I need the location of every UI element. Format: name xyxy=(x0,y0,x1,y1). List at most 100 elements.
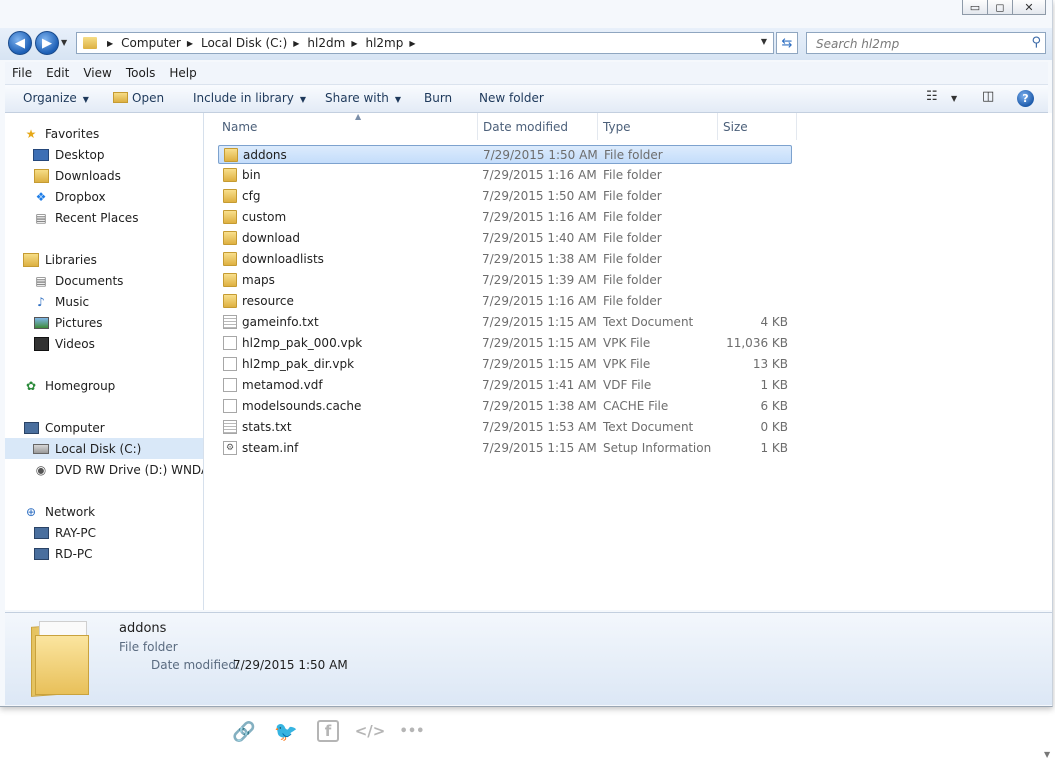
drive-icon xyxy=(33,441,49,457)
breadcrumb-hl2dm[interactable]: hl2dm xyxy=(307,36,345,50)
file-date-modified: 7/29/2015 1:38 AM xyxy=(482,252,597,266)
file-row[interactable]: maps 7/29/2015 1:39 AM File folder xyxy=(218,271,792,290)
nav-pictures[interactable]: Pictures xyxy=(33,312,103,333)
file-date-modified: 7/29/2015 1:15 AM xyxy=(482,441,597,455)
minimize-button[interactable]: ▭ xyxy=(962,0,988,15)
open-button[interactable]: Open xyxy=(113,91,164,105)
nav-dvd-drive[interactable]: ◉ DVD RW Drive (D:) WNDA31 xyxy=(33,459,203,480)
file-type: File folder xyxy=(603,231,662,245)
nav-homegroup[interactable]: ✿ Homegroup xyxy=(23,375,115,396)
nav-computer[interactable]: Computer xyxy=(23,417,105,438)
nav-label: RD-PC xyxy=(55,546,93,561)
documents-icon: ▤ xyxy=(35,273,47,288)
file-date-modified: 7/29/2015 1:41 AM xyxy=(482,378,597,392)
file-row[interactable]: hl2mp_pak_000.vpk 7/29/2015 1:15 AM VPK Fi… xyxy=(218,334,792,353)
column-header-date[interactable]: Date modified xyxy=(477,113,598,140)
address-dropdown-icon[interactable]: ▼ xyxy=(761,37,767,46)
file-row[interactable]: resource 7/29/2015 1:16 AM File folder xyxy=(218,292,792,311)
organize-button[interactable]: Organize ▼ xyxy=(23,91,89,105)
file-name: hl2mp_pak_000.vpk xyxy=(242,336,363,350)
nav-desktop[interactable]: Desktop xyxy=(33,144,105,165)
menu-tools[interactable]: Tools xyxy=(119,66,163,80)
close-button[interactable]: ✕ xyxy=(1012,0,1046,15)
maximize-button[interactable]: ◻ xyxy=(987,0,1013,15)
burn-button[interactable]: Burn xyxy=(424,91,452,105)
more-icon[interactable]: ••• xyxy=(400,720,425,742)
scroll-down-arrow-icon[interactable]: ▼ xyxy=(1044,750,1050,759)
search-box[interactable]: ⚲ xyxy=(806,32,1046,54)
homegroup-icon: ✿ xyxy=(25,378,37,393)
chevron-right-icon[interactable]: ▶ xyxy=(409,39,415,48)
nav-videos[interactable]: Videos xyxy=(33,333,95,354)
file-row[interactable]: stats.txt 7/29/2015 1:53 AM Text Document 0… xyxy=(218,418,792,437)
breadcrumb-computer[interactable]: Computer xyxy=(121,36,181,50)
nav-local-disk[interactable]: Local Disk (C:) xyxy=(5,438,203,459)
address-bar[interactable]: ▶ Computer ▶ Local Disk (C:) ▶ hl2dm ▶ h… xyxy=(76,32,774,54)
column-header-size[interactable]: Size xyxy=(717,113,797,140)
file-row[interactable]: download 7/29/2015 1:40 AM File folder xyxy=(218,229,792,248)
file-row[interactable]: bin 7/29/2015 1:16 AM File folder xyxy=(218,166,792,185)
nav-label: Videos xyxy=(55,336,95,351)
nav-downloads[interactable]: Downloads xyxy=(33,165,121,186)
file-row[interactable]: metamod.vdf 7/29/2015 1:41 AM VDF File 1 KB xyxy=(218,376,792,395)
nav-documents[interactable]: ▤ Documents xyxy=(33,270,123,291)
link-icon[interactable]: 🔗 xyxy=(232,720,256,743)
share-bar: 🔗 🐦 f </> ••• xyxy=(232,720,443,743)
nav-dropbox[interactable]: ❖ Dropbox xyxy=(33,186,106,207)
search-icon[interactable]: ⚲ xyxy=(1031,35,1041,50)
nav-favorites[interactable]: ★ Favorites xyxy=(23,123,100,144)
refresh-button[interactable]: ⇆ xyxy=(776,32,798,54)
facebook-icon[interactable]: f xyxy=(317,720,339,742)
column-header-type[interactable]: Type xyxy=(597,113,718,140)
back-button[interactable]: ◀ xyxy=(8,31,32,55)
column-header-name[interactable]: Name ▲ xyxy=(216,112,478,140)
share-with-button[interactable]: Share with ▼ xyxy=(325,91,401,105)
column-label: Size xyxy=(723,119,748,134)
search-input[interactable] xyxy=(814,34,1018,54)
network-icon: ⊕ xyxy=(25,504,37,519)
forward-button[interactable]: ▶ xyxy=(35,31,59,55)
file-row[interactable]: downloadlists 7/29/2015 1:38 AM File folde… xyxy=(218,250,792,269)
nav-rd-pc[interactable]: RD-PC xyxy=(33,543,93,564)
view-dropdown-icon[interactable]: ▼ xyxy=(951,94,957,103)
nav-network[interactable]: ⊕ Network xyxy=(23,501,95,522)
file-type: VPK File xyxy=(603,336,651,350)
file-size: 1 KB xyxy=(760,441,788,455)
file-type: File folder xyxy=(603,252,662,266)
menu-help[interactable]: Help xyxy=(162,66,203,80)
file-date-modified: 7/29/2015 1:53 AM xyxy=(482,420,597,434)
preview-pane-icon[interactable]: ◫ xyxy=(982,89,994,104)
file-row[interactable]: hl2mp_pak_dir.vpk 7/29/2015 1:15 AM VPK Fi… xyxy=(218,355,792,374)
caret-down-icon: ▼ xyxy=(299,95,307,104)
include-in-library-button[interactable]: Include in library ▼ xyxy=(193,91,306,105)
chevron-right-icon[interactable]: ▶ xyxy=(351,39,357,48)
nav-music[interactable]: ♪ Music xyxy=(33,291,89,312)
file-row[interactable]: ⚙ steam.inf 7/29/2015 1:15 AM Setup Informa… xyxy=(218,439,792,458)
menu-edit[interactable]: Edit xyxy=(39,66,76,80)
chevron-right-icon[interactable]: ▶ xyxy=(187,39,193,48)
menu-view[interactable]: View xyxy=(76,66,118,80)
twitter-icon[interactable]: 🐦 xyxy=(274,720,298,743)
nav-libraries[interactable]: Libraries xyxy=(23,249,97,270)
file-row[interactable]: addons 7/29/2015 1:50 AM File folder xyxy=(218,145,792,164)
nav-label: Desktop xyxy=(55,147,105,162)
file-type: CACHE File xyxy=(603,399,669,413)
view-options-icon[interactable]: ☷ xyxy=(926,89,938,104)
recent-pages-dropdown-icon[interactable]: ▼ xyxy=(61,38,67,47)
file-row[interactable]: cfg 7/29/2015 1:50 AM File folder xyxy=(218,187,792,206)
menu-file[interactable]: File xyxy=(5,66,39,80)
nav-ray-pc[interactable]: RAY-PC xyxy=(33,522,96,543)
file-row[interactable]: gameinfo.txt 7/29/2015 1:15 AM Text Docume… xyxy=(218,313,792,332)
embed-code-icon[interactable]: </> xyxy=(355,720,386,742)
breadcrumb-hl2mp[interactable]: hl2mp xyxy=(365,36,403,50)
chevron-right-icon[interactable]: ▶ xyxy=(293,39,299,48)
file-row[interactable]: custom 7/29/2015 1:16 AM File folder xyxy=(218,208,792,227)
new-folder-button[interactable]: New folder xyxy=(479,91,544,105)
file-row[interactable]: modelsounds.cache 7/29/2015 1:38 AM CACHE … xyxy=(218,397,792,416)
breadcrumb-local-disk[interactable]: Local Disk (C:) xyxy=(201,36,287,50)
chevron-right-icon[interactable]: ▶ xyxy=(107,39,113,48)
help-button[interactable]: ? xyxy=(1017,90,1034,107)
file-type: VDF File xyxy=(603,378,652,392)
dropbox-icon: ❖ xyxy=(35,189,47,204)
nav-recent-places[interactable]: ▤ Recent Places xyxy=(33,207,138,228)
